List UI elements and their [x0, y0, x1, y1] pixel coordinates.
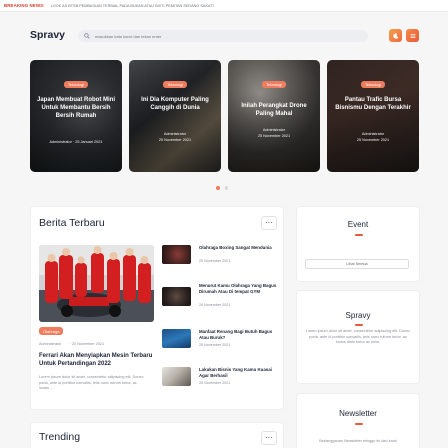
calendar-icon: ·	[69, 342, 71, 346]
item-date: 20 November 2021	[199, 259, 231, 263]
title-underline	[355, 423, 363, 425]
item-thumbnail	[162, 367, 191, 386]
featured-author: Administrator	[39, 342, 62, 346]
list-item[interactable]: Manfaat Renang Bagi Butuh Bagus Atau Bur…	[162, 329, 280, 353]
featured-image[interactable]	[39, 245, 154, 322]
trending-panel: Trending ···	[30, 422, 284, 448]
slider-pagination	[216, 186, 228, 190]
section-title: Berita Terbaru	[39, 217, 105, 229]
card-author: Administrator	[262, 128, 286, 132]
newsletter-text: Berlangganan Newsletter minggu ini dari …	[319, 439, 397, 443]
card-date: 25 November 2021	[158, 138, 192, 142]
event-widget: Event Lihat Semua	[296, 206, 420, 282]
card-title[interactable]: Pantau Trafic Bursa Bisnismu Dengan Tera…	[333, 96, 413, 112]
item-title[interactable]: Manfaat Renang Bagi Butuh Bagus Atau Bur…	[199, 329, 279, 340]
widget-title: Event	[347, 220, 369, 229]
category-badge[interactable]: Teknologi	[162, 81, 188, 88]
item-title[interactable]: Lakukan Bisnis Yang Kamu Kuasai Agar Ber…	[199, 367, 279, 378]
list-item[interactable]: Menurut Kamu Olahraga Yang Bagus Dirumah…	[162, 283, 280, 311]
see-all-button[interactable]: Lihat Semua	[305, 259, 409, 269]
category-badge[interactable]: Teknologi	[261, 81, 287, 88]
item-thumbnail	[162, 329, 191, 348]
card-meta: Administrator · 25 Januari 2021	[49, 140, 103, 144]
racing-team-photo	[39, 245, 154, 322]
slider-card[interactable]: Teknologi Ini Dia Komputer Paling Canggi…	[129, 60, 221, 172]
card-title[interactable]: Ini Dia Komputer Paling Canggih di Dunia	[135, 96, 215, 112]
card-date: 25 November 2021	[257, 134, 291, 138]
featured-title[interactable]: Ferrari Akan Menyiapkan Mesin Terbaru Un…	[39, 352, 157, 368]
list-item[interactable]: Lakukan Bisnis Yang Kamu Kuasai Agar Ber…	[162, 367, 280, 391]
category-badge[interactable]: Olahraga	[39, 327, 64, 335]
newsletter-widget: Newsletter Berlangganan Newsletter mingg…	[296, 393, 420, 448]
slider-dot-active[interactable]	[216, 186, 220, 190]
item-title[interactable]: Menurut Kamu Olahraga Yang Bagus Dirumah…	[199, 283, 279, 294]
search-icon	[84, 33, 90, 39]
breaking-news-bar: BREAKING NEWS: LOOK AS BTSB PEMBAGIAN TE…	[0, 0, 448, 12]
more-options-button[interactable]: ···	[261, 216, 277, 230]
latest-news-panel: Berita Terbaru ··· Olahraga Administrato…	[30, 206, 284, 410]
more-options-button[interactable]: ···	[261, 431, 277, 445]
breaking-news-text[interactable]: LOOK AS BTSB PEMBAGIAN TERBIAL PADA BUKA…	[51, 4, 281, 8]
site-logo[interactable]: Spravy	[30, 29, 65, 41]
card-date: 25 November 2021	[356, 138, 390, 142]
card-author: Administrator	[163, 132, 187, 136]
slider-dot[interactable]	[224, 186, 228, 190]
about-text: Lorem ipsum dolor sit amet, consectetur …	[305, 329, 411, 344]
featured-meta: Administrator · 20 November 2021	[39, 342, 154, 346]
slider-card[interactable]: Teknologi Inilah Perangkat Drone Paling …	[228, 60, 320, 172]
search-bar[interactable]	[78, 30, 368, 42]
slider-card[interactable]: Teknologi Japan Membuat Robot Mini Untuk…	[30, 60, 122, 172]
title-underline	[355, 324, 363, 326]
breaking-news-label: BREAKING NEWS:	[4, 3, 45, 8]
section-title: Trending	[39, 431, 81, 443]
category-badge[interactable]: Teknologi	[360, 81, 386, 88]
site-header: Spravy	[0, 12, 448, 58]
menu-button[interactable]	[406, 29, 419, 42]
card-author: Administrator	[361, 132, 385, 136]
item-date: 20 November 2021	[199, 303, 231, 307]
featured-excerpt: Lorem ipsum dolor sit amet, consectetur …	[39, 375, 144, 390]
card-title[interactable]: Japan Membuat Robot Mini Untuk Membantu …	[36, 96, 116, 120]
widget-title: Newsletter	[339, 409, 377, 418]
card-title[interactable]: Inilah Perangkat Drone Paling Mahal	[234, 102, 314, 118]
featured-date: 20 November 2021	[71, 342, 105, 346]
category-badge[interactable]: Teknologi	[63, 81, 89, 88]
list-item[interactable]: Olahraga Boxing Sangat Mendunia 20 Novem…	[162, 245, 280, 269]
moon-icon	[392, 32, 398, 39]
item-thumbnail	[162, 245, 191, 264]
featured-slider: Teknologi Japan Membuat Robot Mini Untuk…	[30, 60, 420, 173]
search-input[interactable]	[95, 33, 355, 39]
title-underline	[355, 234, 363, 236]
item-date: 25 November 2021	[199, 381, 231, 385]
widget-title: Spravy	[345, 311, 371, 320]
item-thumbnail	[162, 287, 191, 306]
menu-icon	[410, 33, 415, 38]
theme-toggle-button[interactable]	[389, 29, 402, 42]
slider-card[interactable]: Teknologi Pantau Trafic Bursa Bisnismu D…	[327, 60, 419, 172]
about-widget: Spravy Lorem ipsum dolor sit amet, conse…	[296, 290, 420, 384]
item-date: 20 November 2021	[199, 343, 231, 347]
item-title[interactable]: Olahraga Boxing Sangat Mendunia	[199, 245, 279, 251]
